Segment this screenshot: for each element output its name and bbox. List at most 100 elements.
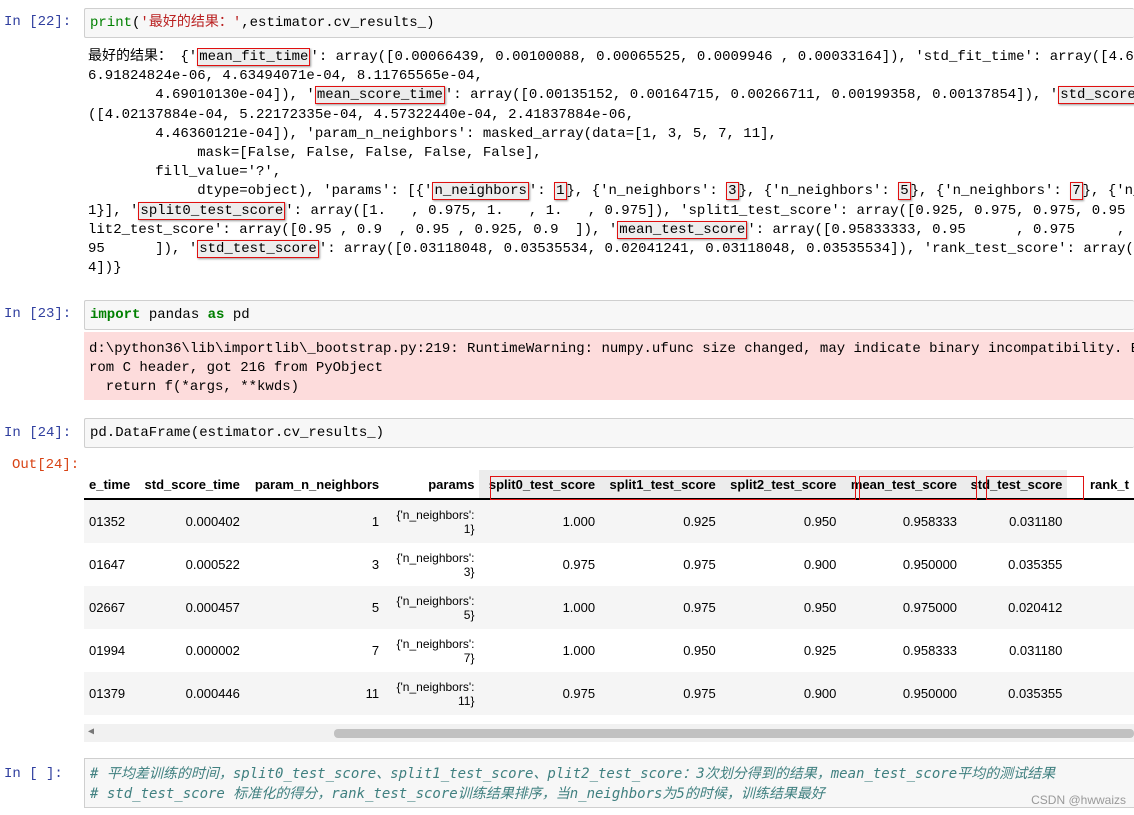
table-cell: {'n_neighbors': 5} [384, 586, 480, 629]
table-cell: 0.958333 [841, 499, 963, 543]
output-text: }, {'n_neighbors': [566, 183, 727, 200]
output-line: 4])} [88, 259, 1134, 278]
code-cell-24[interactable]: pd.DataFrame(estimator.cv_results_) [84, 418, 1134, 448]
output-line: 6.91824824e-06, 4.63494071e-04, 8.117655… [88, 67, 1134, 86]
table-cell: 0.975000 [841, 586, 963, 629]
table-cell: 01352 [84, 499, 136, 543]
table-cell: 0.035355 [962, 672, 1068, 715]
column-header: std_score_time [135, 470, 245, 500]
code-string: '最好的结果：' [140, 15, 242, 31]
table-cell: 1.000 [562, 643, 596, 658]
highlight-box-mean [859, 476, 977, 500]
prompt-in-22: In [22]: [4, 14, 72, 30]
table-cell [1067, 629, 1134, 672]
table-cell: 02667 [84, 586, 136, 629]
table-cell: 1 [244, 499, 385, 543]
highlighted-key: 1 [554, 182, 567, 201]
prompt-in-24: In [24]: [4, 425, 72, 441]
column-header: param_n_neighbors [244, 470, 385, 500]
output-line: 4.69010130e-04]), ' mean_score_time ': arr… [88, 86, 1134, 105]
table-cell: 0.975 [683, 557, 716, 572]
table-cell: {'n_neighbors': 11} [384, 672, 480, 715]
table-cell: 7 [371, 643, 380, 658]
highlighted-key: 5 [898, 182, 911, 201]
table-cell: 0.000402 [135, 499, 245, 543]
table-cell: 3 [371, 557, 380, 572]
code-mid: pandas [140, 307, 208, 323]
warning-output: d:\python36\lib\importlib\_bootstrap.py:… [84, 332, 1134, 400]
table-cell: 0.975 [479, 672, 601, 715]
table-cell: 0.958333 [902, 643, 958, 658]
table-cell: 0.000457 [135, 586, 245, 629]
output-text: ': [528, 183, 555, 200]
code-cell-23[interactable]: import pandas as pd [84, 300, 1134, 330]
code-cell-22[interactable]: print('最好的结果：',estimator.cv_results_) [84, 8, 1134, 38]
output-line: lit2_test_score': array([0.95 , 0.9 , 0.… [88, 220, 1134, 240]
table-cell: 0.950 [683, 643, 716, 658]
output-text: 4])} [88, 260, 122, 277]
highlighted-key: std_score_time [1058, 86, 1134, 105]
highlighted-key: 7 [1070, 182, 1083, 201]
table-cell [1067, 586, 1134, 629]
output-text: 4.46360121e-04]), 'param_n_neighbors': m… [88, 125, 777, 142]
output-text: }, {'n_neighbors': [910, 183, 1071, 200]
output-text: 1}], ' [88, 202, 139, 219]
code-fn: print [90, 15, 133, 31]
table-cell: {'n_neighbors': 1} [384, 499, 480, 543]
table-cell: 0.975 [600, 672, 721, 715]
kw-as: as [207, 307, 225, 323]
output-text: ([4.02137884e-04, 5.22172335e-04, 4.5732… [88, 106, 635, 123]
kw-import: import [90, 307, 141, 323]
output-text: 4.69010130e-04]), ' [88, 87, 315, 104]
table-cell [1067, 499, 1134, 543]
output-line: fill_value='?', [88, 163, 1134, 182]
table-row: 01647 0.000522 3 {'n_neighbors': 3} 0.975 0.9… [84, 543, 1134, 586]
table-cell: 0.900 [803, 557, 837, 572]
output-line: 最好的结果： {' mean_fit_time ': array([0.000664… [88, 48, 1134, 67]
highlight-box-std [986, 476, 1084, 500]
output-text: ': array([0.03118048, 0.03535534, 0.0204… [318, 241, 1134, 258]
highlighted-key: std_test_score [197, 240, 319, 259]
output-text: ': array([0.95833333, 0.95 , 0.975 , 0.9… [747, 221, 1134, 238]
output-text: ': array([0.00066439, 0.00100088, 0.0006… [310, 49, 1134, 65]
output-text: lit2_test_score': array([0.95 , 0.9 , 0.… [88, 221, 618, 238]
scroll-left-icon[interactable]: ◀ [88, 726, 94, 737]
output-text: fill_value='?', [88, 164, 282, 181]
highlighted-key: split0_test_score [138, 201, 286, 220]
table-cell: 0.975 [600, 586, 721, 629]
output-text: 6.91824824e-06, 4.63494071e-04, 8.117655… [88, 68, 483, 85]
table-cell: 0.900 [720, 672, 842, 715]
table-cell: {'n_neighbors': 7} [396, 636, 475, 665]
table-cell: {'n_neighbors': 3} [396, 550, 475, 579]
prompt-out-24: Out[24]: [12, 457, 80, 473]
table-row: 01379 0.000446 11 {'n_neighbors': 11} 0.975 0… [84, 672, 1134, 715]
output-text: ': array([0.00135152, 0.00164715, 0.0026… [444, 87, 1059, 104]
output-text: 95 ]), ' [88, 241, 198, 258]
warning-line: return f(*args, **kwds) [89, 379, 300, 395]
table-cell: 1.000 [479, 499, 601, 543]
scrollbar-thumb[interactable] [334, 729, 1134, 738]
highlighted-key: mean_score_time [314, 86, 445, 105]
table-cell: 01379 [84, 672, 136, 715]
code-end: pd [224, 307, 250, 323]
highlighted-key: 3 [726, 182, 739, 201]
column-header: e_time [84, 470, 136, 500]
prompt-in-empty: In [ ]: [4, 766, 63, 782]
output-line: ([4.02137884e-04, 5.22172335e-04, 4.5732… [88, 106, 1134, 125]
table-cell: 0.950 [720, 499, 842, 543]
horizontal-scrollbar[interactable]: ◀ [84, 724, 1134, 742]
highlight-box-splits [490, 476, 856, 500]
highlighted-key: mean_test_score [617, 220, 748, 239]
comment-cell[interactable]: # 平均差训练的时间，split0_test_score、split1_test… [84, 758, 1134, 808]
table-cell: 1.000 [479, 586, 601, 629]
table-cell: 0.925 [803, 643, 837, 658]
comment-line: # std_test_score 标准化的得分，rank_test_score训… [90, 786, 825, 802]
table-cell: 0.000446 [135, 672, 245, 715]
dataframe-output: e_time std_score_time param_n_neighbors par… [84, 470, 1134, 722]
table-cell: 0.950000 [841, 672, 963, 715]
table-cell: 0.031180 [962, 499, 1068, 543]
table-cell: 01994 [89, 643, 126, 658]
output-line: 4.46360121e-04]), 'param_n_neighbors': m… [88, 125, 1134, 144]
watermark: CSDN @hwwaizs [1031, 793, 1126, 807]
table-cell: 0.000002 [185, 643, 240, 658]
